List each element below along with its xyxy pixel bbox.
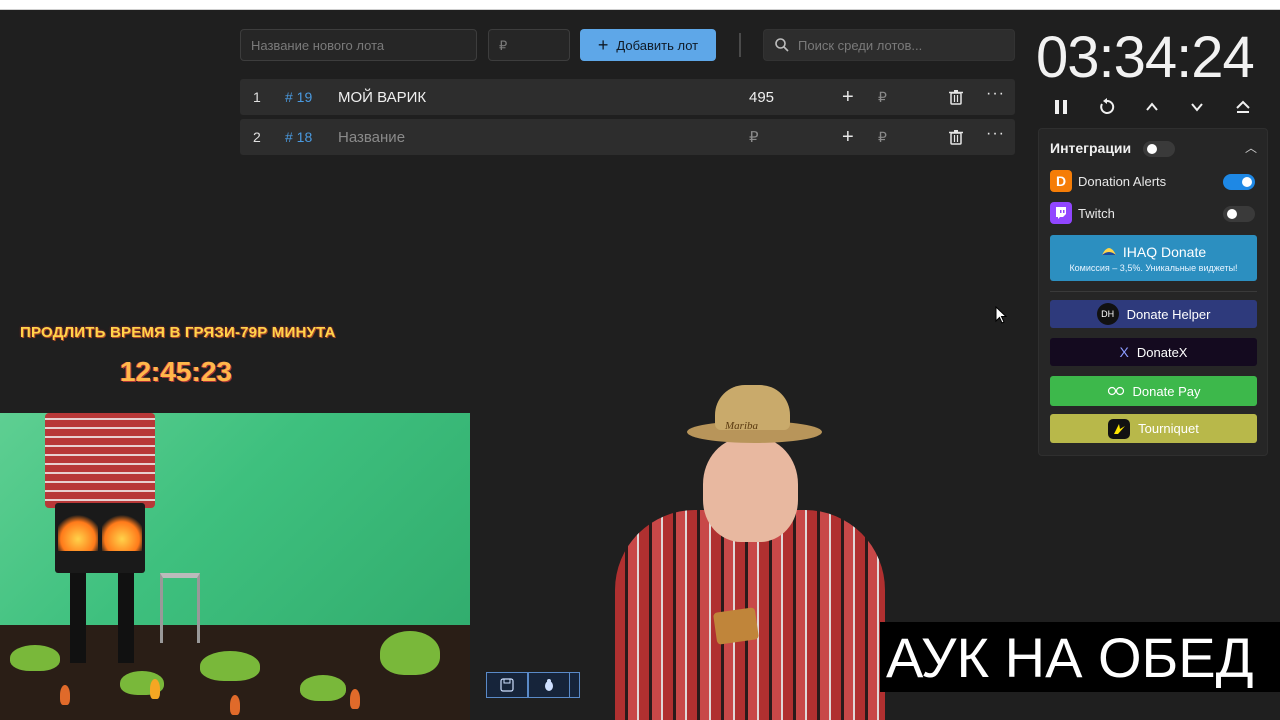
add-amount-currency[interactable]: ₽ [878,89,887,106]
ihaq-label: IHAQ Donate [1122,243,1207,260]
donatex-icon: X [1119,344,1129,360]
search-field[interactable] [798,37,1004,53]
ihaq-subtitle: Комиссия – 3,5%. Уникальные виджеты! [1069,262,1238,273]
search-icon [775,38,789,52]
twitch-toggle[interactable] [1223,206,1255,222]
promo-timer: 12:45:23 [120,356,233,387]
donate-pay-label: Donate Pay [1132,383,1201,399]
promo-text: ПРОДЛИТЬ ВРЕМЯ В ГРЯЗИ-79Р МИНУТА [20,324,336,341]
save-button[interactable] [486,672,528,698]
chevron-up-icon [1146,102,1158,111]
more-icon[interactable]: ··· [986,85,1005,103]
twitch-icon [1050,202,1072,224]
chevron-down-icon [1191,103,1203,112]
ticker-banner: АУК НА ОБЕД [880,622,1280,692]
lot-name-input[interactable] [240,29,477,61]
donate-helper-label: Donate Helper [1126,306,1211,322]
webcam-greenscreen [0,413,470,720]
add-amount-icon[interactable]: + [842,126,854,149]
lot-amount[interactable]: 495 [749,89,774,106]
toolbar-tab[interactable] [570,672,580,698]
integrations-panel: Интеграции ︿ D Donation Alerts Twitch IH… [1038,128,1268,456]
tourniquet-button[interactable]: Tourniquet [1050,414,1257,443]
ihaq-logo-icon [1101,247,1116,255]
service-label: Twitch [1078,205,1115,221]
add-amount-icon[interactable]: + [842,86,854,109]
donationalerts-icon: D [1050,170,1072,192]
lot-price-input[interactable] [488,29,570,61]
reset-icon [1100,98,1115,114]
add-lot-label: Добавить лот [616,37,699,53]
trash-icon[interactable] [948,129,964,145]
donatex-button[interactable]: X DonateX [1050,338,1257,366]
timer-controls [1048,94,1268,120]
lot-name[interactable]: Название [338,129,405,146]
panel-divider [1050,291,1257,292]
tourniquet-icon [1108,418,1131,439]
add-lot-button[interactable]: + Добавить лот [580,29,716,61]
tourniquet-label: Tourniquet [1138,421,1199,436]
hat-text: Mariba [725,420,758,432]
lot-index: 2 [253,129,261,145]
service-twitch: Twitch [1050,202,1115,224]
bug-report-button[interactable] [528,672,570,698]
lot-row: 1 # 19 МОЙ ВАРИК 495 + ₽ ··· [240,79,1015,115]
infinity-icon [1107,386,1124,396]
donate-helper-icon: DH [1096,303,1119,325]
reset-button[interactable] [1094,94,1120,120]
main-timer: 03:34:24 [1036,25,1255,90]
integrations-title: Интеграции [1050,140,1132,156]
browser-top-strip [0,0,1280,10]
donatex-label: DonateX [1136,344,1188,360]
toolbar-divider [739,33,741,57]
integrations-master-toggle[interactable] [1143,141,1175,157]
service-donationalerts: D Donation Alerts [1050,170,1166,192]
trash-icon[interactable] [948,89,964,105]
lot-amount[interactable]: ₽ [749,128,759,146]
ihaq-donate-button[interactable]: IHAQ Donate Комиссия – 3,5%. Уникальные … [1050,235,1257,281]
save-icon [500,678,514,692]
donate-pay-button[interactable]: Donate Pay [1050,376,1257,406]
eject-icon [1236,100,1250,113]
streamer-cam: Mariba [575,385,885,720]
lot-name[interactable]: МОЙ ВАРИК [338,89,426,106]
add-amount-currency[interactable]: ₽ [878,129,887,146]
mouse-cursor-icon [995,306,1007,324]
lot-id: # 19 [285,89,313,105]
pause-button[interactable] [1048,94,1074,120]
service-label: Donation Alerts [1078,173,1167,189]
search-input[interactable] [763,29,1015,61]
bug-icon [545,679,553,691]
collapse-icon[interactable]: ︿ [1245,139,1257,156]
donate-helper-button[interactable]: DH Donate Helper [1050,300,1257,328]
bottom-toolbar [486,672,580,698]
lot-price-field[interactable] [499,37,559,53]
increase-time-button[interactable] [1139,94,1165,120]
decrease-time-button[interactable] [1184,94,1210,120]
lot-name-field[interactable] [251,37,466,53]
eject-button[interactable] [1230,94,1256,120]
more-icon[interactable]: ··· [986,125,1005,143]
donationalerts-toggle[interactable] [1223,174,1255,190]
lot-index: 1 [253,89,261,105]
lot-row: 2 # 18 Название ₽ + ₽ ··· [240,119,1015,155]
pause-icon [1055,100,1067,114]
lot-id: # 18 [285,129,313,145]
plus-icon: + [597,35,609,55]
